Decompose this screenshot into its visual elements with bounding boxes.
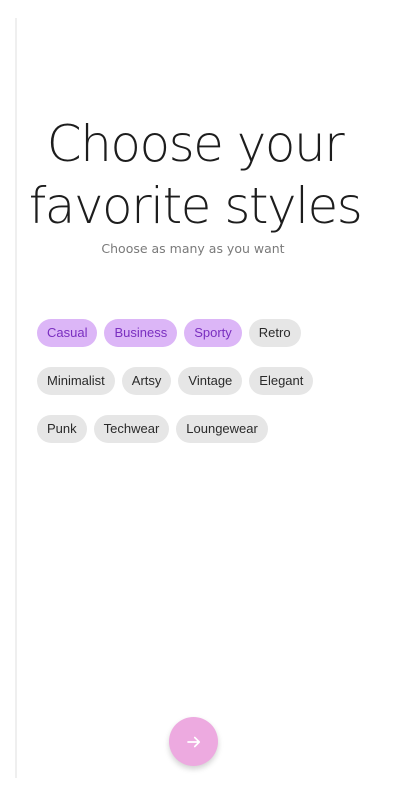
chip-artsy[interactable]: Artsy xyxy=(121,367,172,395)
chip-retro[interactable]: Retro xyxy=(248,319,301,347)
chip-loungewear[interactable]: Loungewear xyxy=(176,415,268,443)
chip-business[interactable]: Business xyxy=(104,319,178,347)
chip-casual[interactable]: Casual xyxy=(37,319,98,347)
chip-elegant[interactable]: Elegant xyxy=(249,367,314,395)
chip-vintage[interactable]: Vintage xyxy=(178,367,243,395)
chip-minimalist[interactable]: Minimalist xyxy=(37,367,115,395)
page-subtitle: Choose as many as you want xyxy=(101,241,285,256)
arrow-right-icon xyxy=(186,736,200,747)
title-line-1: Choose your xyxy=(46,115,345,173)
chip-punk[interactable]: Punk xyxy=(37,415,87,443)
page-title: Choose your favorite styles xyxy=(0,113,390,237)
chip-sporty[interactable]: Sporty xyxy=(184,319,242,347)
chip-row: Minimalist Artsy Vintage Elegant xyxy=(37,367,367,395)
style-picker-screen: Choose your favorite styles Choose as ma… xyxy=(0,0,406,804)
title-line-2: favorite styles xyxy=(28,177,363,235)
chip-row: Casual Business Sporty Retro xyxy=(37,319,367,347)
next-button[interactable] xyxy=(169,717,218,766)
chip-row: Punk Techwear Loungewear xyxy=(37,415,367,443)
style-chip-group: Casual Business Sporty Retro Minimalist … xyxy=(37,319,367,463)
chip-techwear[interactable]: Techwear xyxy=(93,415,170,443)
